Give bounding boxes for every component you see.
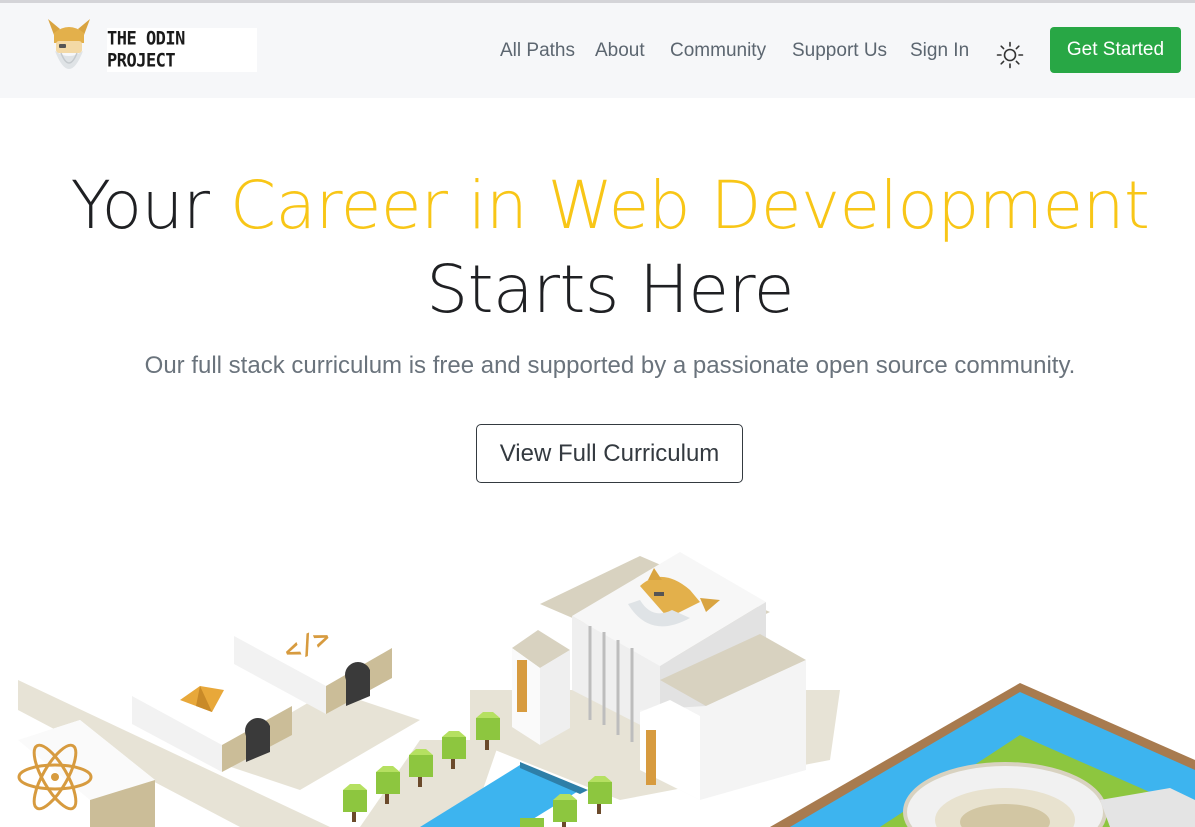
odin-logo-icon[interactable]: [44, 17, 94, 81]
navbar: THE ODIN PROJECT All Paths About Communi…: [0, 3, 1195, 98]
nav-link-about[interactable]: About: [595, 39, 645, 63]
hero-subtitle: Our full stack curriculum is free and su…: [144, 352, 1076, 379]
view-curriculum-button[interactable]: View Full Curriculum: [476, 424, 743, 483]
sun-icon[interactable]: [996, 41, 1024, 69]
nav-link-support-us[interactable]: Support Us: [792, 39, 887, 63]
get-started-button[interactable]: Get Started: [1050, 27, 1181, 73]
hero-title-prefix: Your: [70, 167, 230, 244]
hero-title-suffix: Starts Here: [426, 251, 794, 328]
logo-wordmark[interactable]: THE ODIN PROJECT: [107, 28, 257, 72]
campus-illustration: </>: [17, 552, 1195, 827]
nav-link-community[interactable]: Community: [670, 39, 766, 63]
nav-link-all-paths[interactable]: All Paths: [500, 39, 575, 63]
hero-title-accent: Career in Web Development: [230, 167, 1150, 244]
hero-title: Your Career in Web Development Starts He…: [0, 164, 1195, 332]
nav-link-sign-in[interactable]: Sign In: [910, 39, 969, 63]
logo-text: THE ODIN PROJECT: [107, 28, 185, 72]
